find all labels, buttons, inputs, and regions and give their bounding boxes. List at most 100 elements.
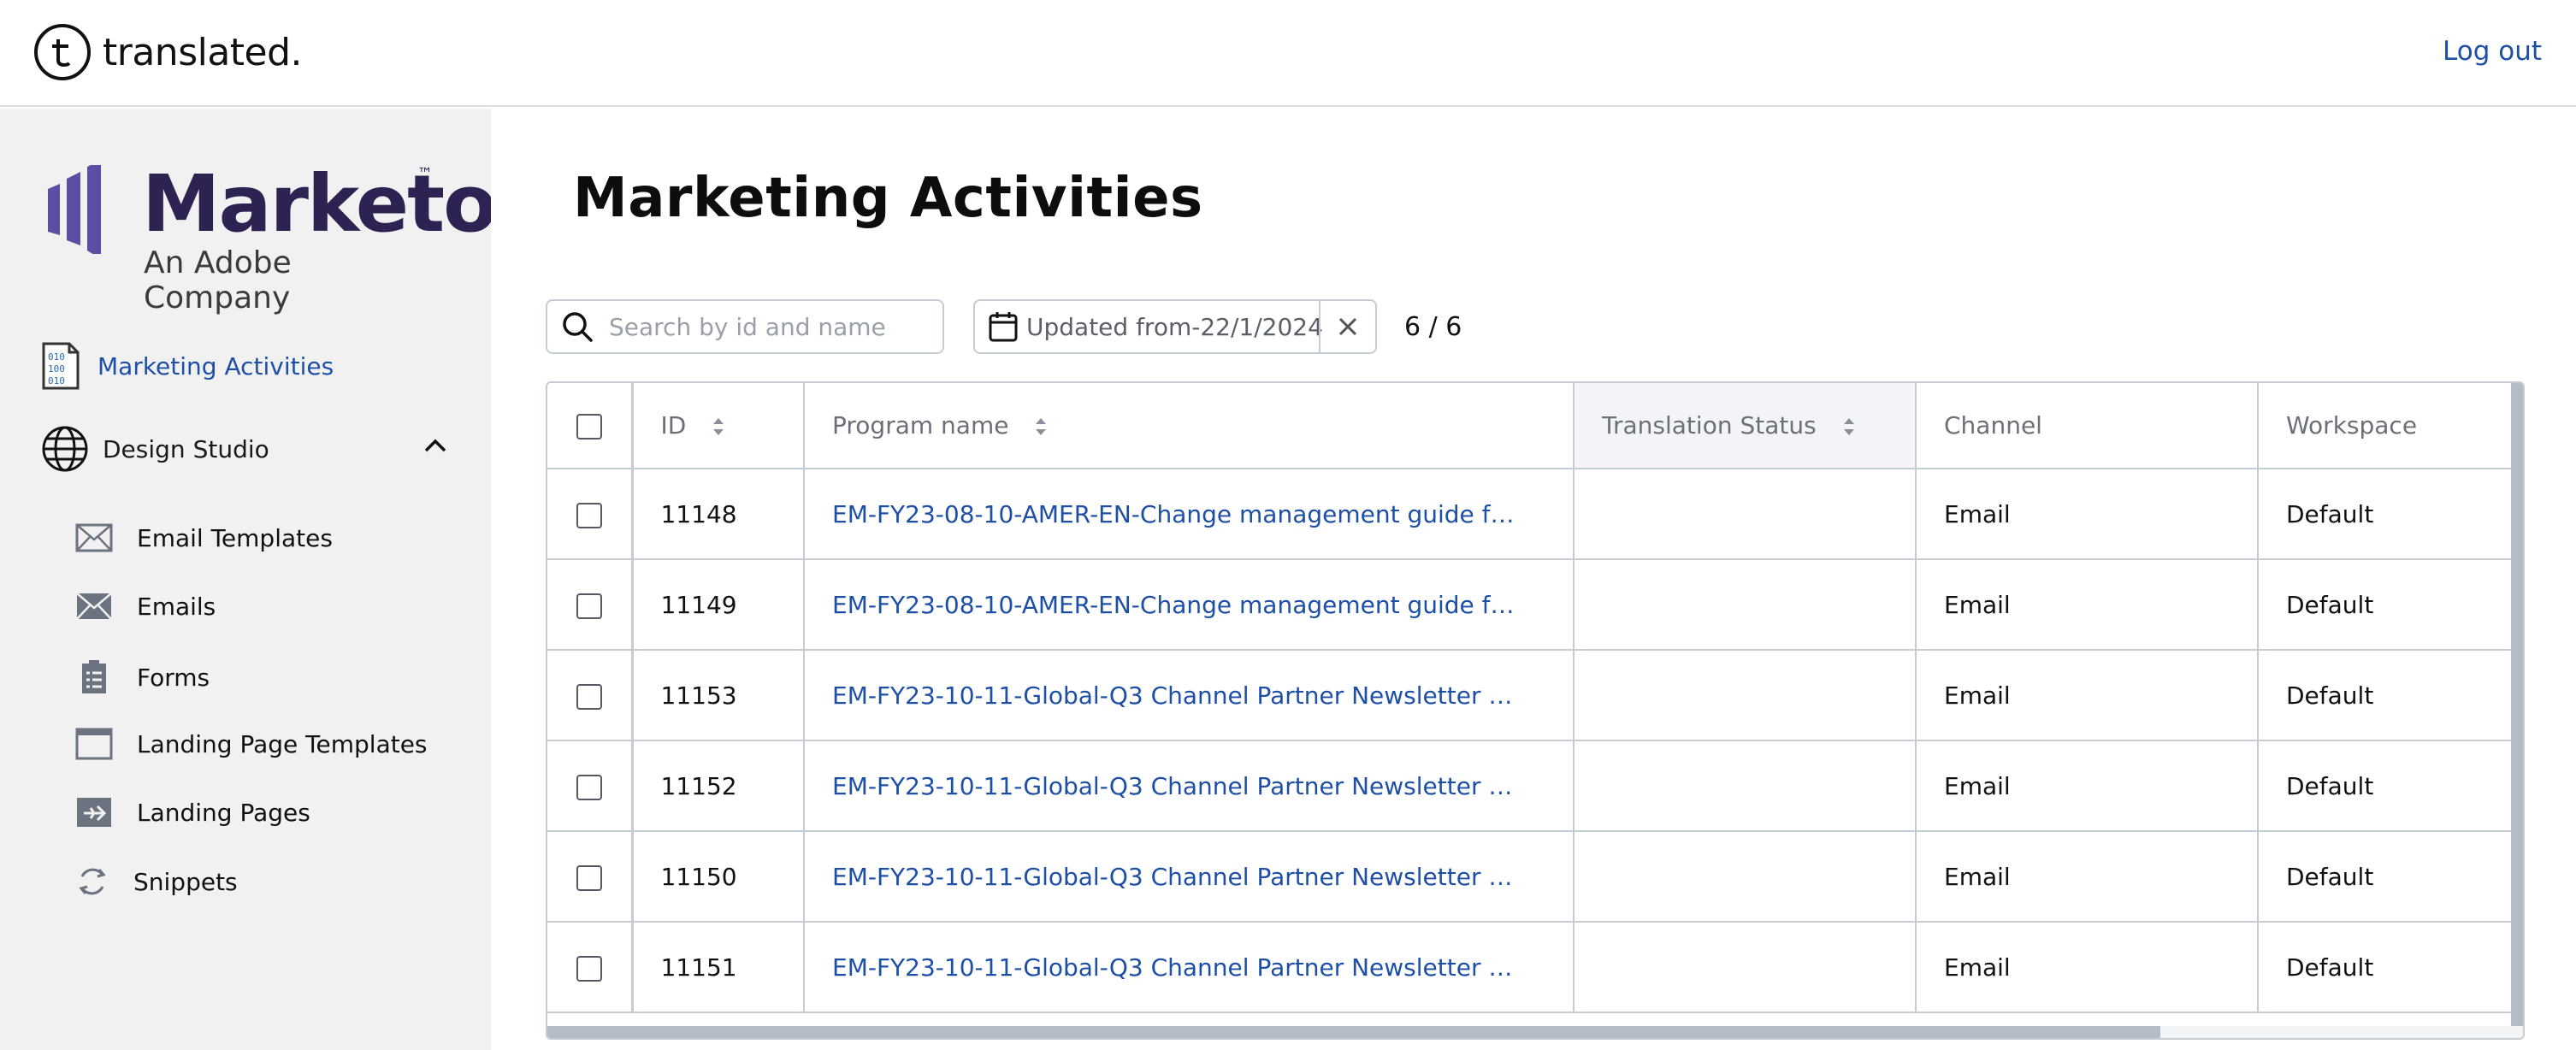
id-cell: 11151 <box>632 922 805 1013</box>
marketo-trademark: ™ <box>417 165 433 183</box>
translated-logo[interactable]: translated. <box>34 24 303 80</box>
email-template-icon <box>75 523 113 552</box>
table-row[interactable]: 11152 EM-FY23-10-11-Global-Q3 Channel Pa… <box>547 740 2515 832</box>
sidebar-item-marketing-activities[interactable]: 010 100 010 Marketing Activities <box>41 341 334 391</box>
close-icon <box>1338 317 1357 336</box>
sidebar-item-landing-pages[interactable]: Landing Pages <box>75 796 310 829</box>
svg-text:010: 010 <box>48 375 65 386</box>
program-name-cell[interactable]: EM-FY23-10-11-Global-Q3 Channel Partner … <box>804 831 1575 923</box>
column-header-workspace: Workspace <box>2258 383 2515 469</box>
row-checkbox[interactable] <box>576 955 602 982</box>
program-name-link[interactable]: EM-FY23-08-10-AMER-EN-Change management … <box>832 500 1516 528</box>
row-select-cell <box>547 559 634 651</box>
landing-page-icon <box>77 798 111 827</box>
sidebar-item-landing-page-templates[interactable]: Landing Page Templates <box>75 728 428 760</box>
program-name-link[interactable]: EM-FY23-10-11-Global-Q3 Channel Partner … <box>832 953 1516 982</box>
workspace-cell: Default <box>2258 469 2515 560</box>
date-filter[interactable]: Updated from-22/1/2024 <box>973 299 1377 354</box>
horizontal-scrollbar[interactable] <box>547 1026 2523 1038</box>
column-label: ID <box>660 411 687 439</box>
column-header-channel: Channel <box>1916 383 2259 469</box>
row-select-cell <box>547 650 634 741</box>
horizontal-scrollbar-thumb[interactable] <box>547 1026 2160 1038</box>
row-checkbox[interactable] <box>576 683 602 710</box>
sort-icon[interactable] <box>711 416 726 438</box>
sidebar-item-design-studio[interactable]: Design Studio <box>41 425 269 473</box>
sort-icon[interactable] <box>1841 416 1857 438</box>
channel-cell: Email <box>1916 740 2259 832</box>
row-select-cell <box>547 740 634 832</box>
table-row[interactable]: 11150 EM-FY23-10-11-Global-Q3 Channel Pa… <box>547 831 2515 923</box>
sidebar-item-label: Snippets <box>133 867 238 896</box>
program-name-cell[interactable]: EM-FY23-08-10-AMER-EN-Change management … <box>804 559 1575 651</box>
sidebar-item-label: Landing Page Templates <box>137 729 428 758</box>
translation-status-cell <box>1574 469 1917 560</box>
id-cell: 11148 <box>632 469 805 560</box>
row-checkbox[interactable] <box>576 774 602 800</box>
search-input[interactable] <box>609 312 917 341</box>
logout-link[interactable]: Log out <box>2443 36 2542 67</box>
vertical-scrollbar[interactable] <box>2511 383 2523 1038</box>
sidebar-item-email-templates[interactable]: Email Templates <box>75 522 333 553</box>
form-icon <box>82 660 106 693</box>
svg-text:100: 100 <box>48 363 65 375</box>
sidebar-item-forms[interactable]: Forms <box>75 659 210 695</box>
program-name-cell[interactable]: EM-FY23-10-11-Global-Q3 Channel Partner … <box>804 650 1575 741</box>
channel-cell: Email <box>1916 650 2259 741</box>
row-select-cell <box>547 922 634 1013</box>
translation-status-cell <box>1574 740 1917 832</box>
snippet-icon <box>79 868 106 895</box>
row-select-cell <box>547 469 634 560</box>
search-box[interactable] <box>546 299 944 354</box>
program-name-link[interactable]: EM-FY23-08-10-AMER-EN-Change management … <box>832 591 1516 619</box>
program-name-link[interactable]: EM-FY23-10-11-Global-Q3 Channel Partner … <box>832 681 1516 710</box>
binary-document-icon: 010 100 010 <box>42 342 80 390</box>
program-name-link[interactable]: EM-FY23-10-11-Global-Q3 Channel Partner … <box>832 863 1516 891</box>
workspace-cell: Default <box>2258 740 2515 832</box>
activities-table: ID Program name Translation Status Chann… <box>546 381 2525 1040</box>
table-row[interactable]: 11153 EM-FY23-10-11-Global-Q3 Channel Pa… <box>547 650 2515 741</box>
program-name-cell[interactable]: EM-FY23-10-11-Global-Q3 Channel Partner … <box>804 740 1575 832</box>
top-bar: translated. Log out <box>0 0 2576 107</box>
column-header-id[interactable]: ID <box>632 383 805 469</box>
program-name-cell[interactable]: EM-FY23-10-11-Global-Q3 Channel Partner … <box>804 922 1575 1013</box>
row-checkbox[interactable] <box>576 864 602 891</box>
date-filter-text: Updated from-22/1/2024 <box>1026 312 1323 341</box>
translation-status-cell <box>1574 831 1917 923</box>
landing-page-template-icon <box>75 728 113 760</box>
table-row[interactable]: 11151 EM-FY23-10-11-Global-Q3 Channel Pa… <box>547 922 2515 1013</box>
clear-date-button[interactable] <box>1319 301 1375 352</box>
chevron-up-icon[interactable] <box>422 437 448 454</box>
sidebar-item-snippets[interactable]: Snippets <box>75 864 238 899</box>
table-row[interactable]: 11148 EM-FY23-08-10-AMER-EN-Change manag… <box>547 469 2515 560</box>
table-row[interactable]: 11149 EM-FY23-08-10-AMER-EN-Change manag… <box>547 559 2515 651</box>
channel-cell: Email <box>1916 831 2259 923</box>
translation-status-cell <box>1574 922 1917 1013</box>
marketo-logo: Marketo ™ An Adobe Company <box>48 158 497 316</box>
brand-name: translated. <box>103 30 303 74</box>
sidebar-item-label: Forms <box>137 663 210 692</box>
column-header-translation-status[interactable]: Translation Status <box>1574 383 1917 469</box>
sidebar-item-emails[interactable]: Emails <box>75 591 216 622</box>
channel-cell: Email <box>1916 922 2259 1013</box>
id-cell: 11149 <box>632 559 805 651</box>
program-name-link[interactable]: EM-FY23-10-11-Global-Q3 Channel Partner … <box>832 772 1516 800</box>
sidebar-item-label: Landing Pages <box>137 798 310 827</box>
svg-text:010: 010 <box>48 351 65 363</box>
sidebar-item-label: Email Templates <box>137 523 333 552</box>
id-cell: 11153 <box>632 650 805 741</box>
id-cell: 11152 <box>632 740 805 832</box>
globe-icon <box>42 426 88 472</box>
select-all-checkbox[interactable] <box>576 414 602 439</box>
sidebar-item-label: Emails <box>137 592 216 621</box>
sort-icon[interactable] <box>1033 416 1049 438</box>
page-title: Marketing Activities <box>573 167 1203 230</box>
translation-status-cell <box>1574 559 1917 651</box>
workspace-cell: Default <box>2258 650 2515 741</box>
row-checkbox[interactable] <box>576 502 602 528</box>
marketo-subtitle: An Adobe Company <box>144 245 292 316</box>
column-header-program-name[interactable]: Program name <box>804 383 1575 469</box>
program-name-cell[interactable]: EM-FY23-08-10-AMER-EN-Change management … <box>804 469 1575 560</box>
row-checkbox[interactable] <box>576 593 602 619</box>
calendar-icon <box>989 312 1018 342</box>
